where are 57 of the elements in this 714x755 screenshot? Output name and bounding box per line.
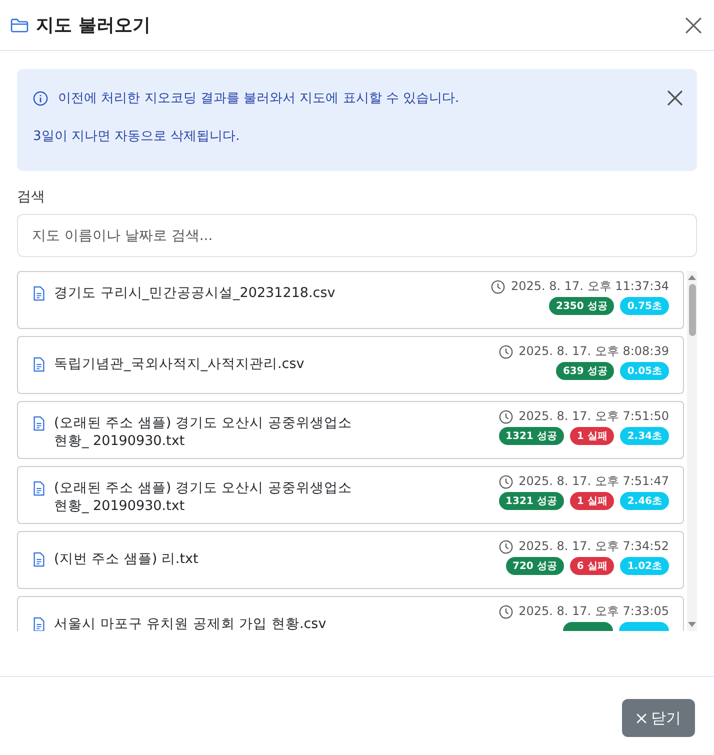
info-icon (33, 90, 48, 106)
timestamp: 2025. 8. 17. 오후 7:51:47 (518, 473, 669, 490)
file-name: 경기도 구리시_민간공공시설_20231218.csv (54, 284, 336, 302)
timestamp: 2025. 8. 17. 오후 7:34:52 (518, 538, 669, 555)
timestamp: 2025. 8. 17. 오후 8:08:39 (518, 343, 669, 360)
status-badge: 1 실패 (570, 427, 614, 445)
file-card[interactable]: 독립기념관_국외사적지_사적지관리.csv 2025. 8. 17. 오후 8:08:39 639 성공 0.05초 (17, 336, 684, 394)
status-badge: 1321 성공 (498, 427, 564, 445)
clock-icon (498, 604, 513, 618)
clock-icon (490, 280, 505, 294)
clock-icon (498, 540, 513, 554)
document-icon (33, 416, 45, 431)
file-card[interactable]: (오래된 주소 샘플) 경기도 오산시 공중위생업소 현황_ 20190930.txt 2025. 8. 17. 오후 7:51:47 1321 성공 1 실패 2.46초 (17, 466, 684, 524)
file-name: (오래된 주소 샘플) 경기도 오산시 공중위생업소 현황_ 20190930.txt (54, 414, 353, 450)
file-name: 서울시 마포구 유치원 공제회 가입 현황.csv (54, 615, 326, 631)
search-field[interactable]: 지도 이름이나 날짜로 검색... (17, 214, 697, 257)
status-badge: 0.05초 (620, 362, 669, 380)
timestamp: 2025. 8. 17. 오후 7:51:50 (518, 408, 669, 425)
status-badge: 639 성공 (556, 362, 614, 380)
document-icon (33, 286, 45, 301)
search-label: 검색 (17, 188, 46, 206)
file-name: 독립기념관_국외사적지_사적지관리.csv (54, 355, 304, 373)
document-icon (33, 617, 45, 631)
status-badge: 720 성공 (506, 557, 564, 575)
clock-icon (498, 344, 513, 358)
file-name: (지번 주소 샘플) 리.txt (54, 550, 198, 568)
scrollbar-thumb[interactable] (688, 284, 696, 336)
file-card[interactable]: 서울시 마포구 유치원 공제회 가입 현황.csv 2025. 8. 17. 오후 7:33:05 (17, 596, 684, 631)
close-icon (636, 712, 647, 724)
folder-icon (10, 18, 29, 32)
timestamp: 2025. 8. 17. 오후 7:33:05 (518, 603, 669, 620)
file-name: (오래된 주소 샘플) 경기도 오산시 공중위생업소 현황_ 20190930.txt (54, 479, 353, 515)
status-badge: 2.34초 (620, 427, 669, 445)
document-icon (33, 357, 45, 372)
info-message: 이전에 처리한 지오코딩 결과를 불러와서 지도에 표시할 수 있습니다. (58, 90, 460, 107)
status-badge: 6 실패 (570, 557, 614, 575)
file-card[interactable]: (지번 주소 샘플) 리.txt 2025. 8. 17. 오후 7:34:52 720 성공 6 실패 1.02초 (17, 531, 684, 589)
file-card[interactable]: (오래된 주소 샘플) 경기도 오산시 공중위생업소 현황_ 20190930.txt 2025. 8. 17. 오후 7:51:50 1321 성공 1 실패 2.34초 (17, 401, 684, 459)
dialog-title: 지도 불러오기 (36, 14, 150, 37)
timestamp: 2025. 8. 17. 오후 11:37:34 (510, 278, 669, 295)
file-card[interactable]: 경기도 구리시_민간공공시설_20231218.csv 2025. 8. 17. 오후 11:37:34 2350 성공 0.75초 (17, 271, 684, 329)
document-icon (33, 552, 45, 567)
status-badge: 2350 성공 (548, 297, 614, 315)
status-badge: 1.02초 (620, 557, 669, 575)
scroll-up-icon[interactable] (688, 275, 696, 280)
info-message: 3일이 지나면 자동으로 삭제됩니다. (32, 128, 241, 145)
status-badge: 2.46초 (620, 492, 669, 510)
status-badge: 0.75초 (620, 297, 669, 315)
close-button[interactable]: 닫기 (622, 699, 695, 737)
close-icon[interactable] (667, 90, 683, 106)
scroll-down-icon[interactable] (688, 622, 696, 627)
close-icon[interactable] (683, 14, 704, 36)
status-badge: 1321 성공 (498, 492, 564, 510)
clock-icon (498, 410, 513, 424)
document-icon (33, 481, 45, 496)
status-badge: 1 실패 (570, 492, 614, 510)
clock-icon (498, 474, 513, 488)
